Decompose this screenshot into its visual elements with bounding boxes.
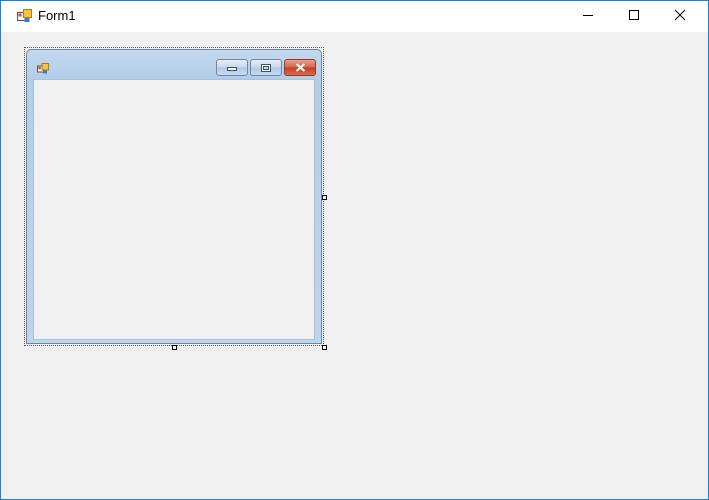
close-button[interactable]	[657, 1, 703, 32]
main-window: Form1	[0, 0, 709, 500]
child-minimize-button[interactable]	[216, 59, 248, 76]
child-form-icon	[37, 61, 49, 74]
window-title: Form1	[38, 8, 76, 23]
child-close-button[interactable]	[284, 59, 316, 76]
resize-handle-bottom-right[interactable]	[322, 345, 327, 350]
maximize-icon	[628, 8, 640, 26]
child-form[interactable]	[26, 49, 322, 344]
child-restore-button[interactable]	[250, 59, 282, 76]
minimize-button[interactable]	[565, 1, 611, 32]
maximize-button[interactable]	[611, 1, 657, 32]
restore-icon	[261, 59, 271, 77]
form-icon	[17, 9, 32, 23]
resize-handle-bottom[interactable]	[172, 345, 177, 350]
title-bar[interactable]: Form1	[1, 1, 708, 32]
child-form-selection[interactable]	[24, 47, 324, 346]
resize-handle-right[interactable]	[322, 195, 327, 200]
close-icon	[295, 59, 306, 77]
minimize-icon	[227, 59, 237, 77]
minimize-icon	[582, 8, 594, 26]
close-icon	[674, 8, 686, 26]
child-form-client-area[interactable]	[33, 79, 315, 340]
